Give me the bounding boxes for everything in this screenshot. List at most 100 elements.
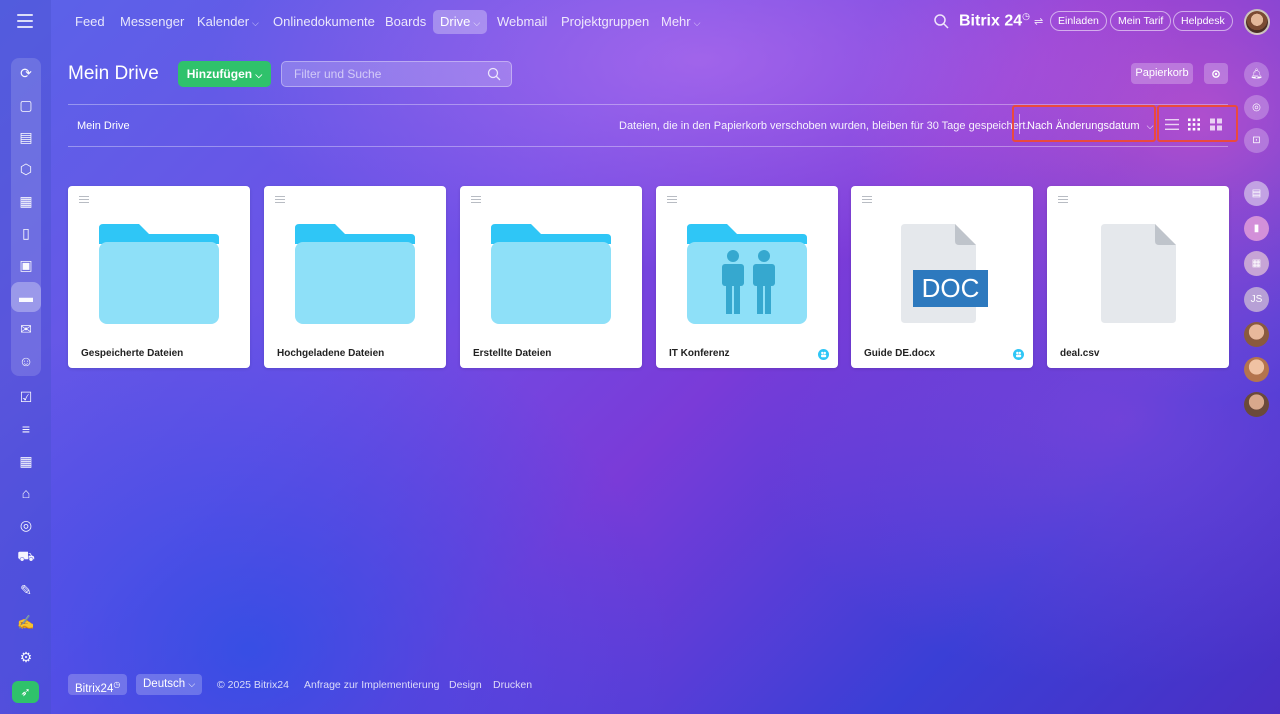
footer-brand-button[interactable]: Bitrix24◷: [68, 674, 128, 695]
sidebar-item-sign[interactable]: ✎: [11, 575, 41, 605]
shared-icon: [1013, 349, 1024, 360]
user-avatar[interactable]: [1244, 9, 1270, 35]
drag-handle-icon[interactable]: [1058, 196, 1068, 205]
contact-avatar[interactable]: [1244, 392, 1269, 417]
invite-button[interactable]: Einladen: [1050, 11, 1107, 31]
bookmarks-button[interactable]: ▮: [1244, 216, 1269, 241]
news-button[interactable]: ▦: [1244, 251, 1269, 276]
sidebar-item-signature[interactable]: ✍: [11, 607, 41, 637]
search-field[interactable]: [281, 61, 512, 87]
sidebar-item-calendar[interactable]: ▦: [11, 186, 41, 216]
drag-handle-icon[interactable]: [275, 196, 285, 205]
gear-icon: [1212, 69, 1220, 78]
file-card[interactable]: deal.csv: [1047, 186, 1229, 368]
sidebar-group-main: ⟳ ▢ ▤ ⬡ ▦ ▯ ▣ ▬ ✉ ☺: [11, 58, 41, 376]
footer-link-print[interactable]: Drucken: [493, 679, 532, 691]
mail-icon: ✉: [20, 320, 32, 337]
language-selector[interactable]: Deutsch ⌵: [136, 674, 203, 695]
menu-icon[interactable]: [17, 14, 33, 28]
sidebar-item-crm[interactable]: ≡: [11, 414, 41, 444]
file-card[interactable]: Erstellte Dateien: [460, 186, 642, 368]
document-icon: ▤: [19, 128, 33, 145]
trash-retention-note: Dateien, die in den Papierkorb verschobe…: [619, 120, 1029, 132]
search-icon[interactable]: [487, 67, 501, 81]
chat-search-icon: ⊡: [1252, 135, 1261, 146]
helpdesk-button[interactable]: Helpdesk: [1173, 11, 1233, 31]
chevron-down-icon: ⌵: [1146, 121, 1154, 131]
file-card[interactable]: Gespeicherte Dateien: [68, 186, 250, 368]
nav-item-drive[interactable]: Drive ⌵: [433, 10, 488, 34]
list-view-icon[interactable]: [1165, 118, 1179, 131]
sidebar-item-gallery[interactable]: ▣: [11, 250, 41, 280]
file-name: Guide DE.docx: [864, 348, 936, 359]
nav-item-feed[interactable]: Feed: [68, 10, 112, 34]
breadcrumb[interactable]: Mein Drive: [77, 120, 130, 132]
footer-link-design[interactable]: Design: [449, 679, 482, 691]
settings-button[interactable]: [1204, 63, 1228, 84]
search-input[interactable]: [282, 62, 477, 86]
chat-general-button[interactable]: ▤: [1244, 181, 1269, 206]
sidebar-item-groups[interactable]: ☺: [11, 346, 41, 376]
rocket-button[interactable]: ➶: [12, 681, 39, 703]
nav-item-webmail[interactable]: Webmail: [490, 10, 554, 34]
folder-icon: [491, 224, 611, 324]
nav-item-messenger[interactable]: Messenger: [113, 10, 191, 34]
sidebar-item-documents[interactable]: ▤: [11, 122, 41, 152]
funnel-icon: ≡: [21, 421, 31, 437]
add-button[interactable]: Hinzufügen ⌵: [178, 61, 271, 87]
clock-icon: ◷: [1022, 11, 1030, 21]
clock-icon: ◷: [113, 680, 121, 689]
sidebar-item-drive[interactable]: ▬: [11, 282, 41, 312]
sidebar-item-settings[interactable]: ⚙: [11, 642, 41, 672]
sidebar-item-shop[interactable]: ⛟: [11, 542, 41, 572]
nav-item-mehr[interactable]: Mehr ⌵: [654, 10, 707, 34]
notifications-button[interactable]: 🔔︎: [1244, 62, 1269, 87]
nav-item-projektgruppen[interactable]: Projektgruppen: [554, 10, 656, 34]
footer-link-implementation[interactable]: Anfrage zur Implementierung: [304, 679, 439, 691]
nav-item-kalender[interactable]: Kalender ⌵: [190, 10, 266, 34]
file-name: deal.csv: [1060, 348, 1100, 359]
contact-avatar-js[interactable]: JS: [1244, 287, 1269, 312]
warehouse-icon: ⌂: [21, 485, 31, 501]
sidebar-item-tasks[interactable]: ☑: [11, 382, 41, 412]
contact-avatar[interactable]: [1244, 357, 1269, 382]
search-icon[interactable]: [933, 13, 949, 29]
file-card[interactable]: DOC Guide DE.docx: [851, 186, 1033, 368]
trash-button[interactable]: Papierkorb: [1131, 63, 1193, 84]
drag-handle-icon[interactable]: [667, 196, 677, 205]
chevron-down-icon: ⌵: [473, 18, 481, 28]
sidebar-item-mail[interactable]: ✉: [11, 314, 41, 344]
sidebar-item-booking[interactable]: ▦: [11, 446, 41, 476]
drag-handle-icon[interactable]: [471, 196, 481, 205]
view-switcher: [1157, 105, 1238, 142]
footer-copyright: © 2025 Bitrix24: [217, 679, 289, 691]
sidebar-item-marketing[interactable]: ◎: [11, 510, 41, 540]
hexagon-icon: ⬡: [19, 160, 33, 177]
sort-dropdown[interactable]: Nach Änderungsdatum ⌵: [1012, 105, 1156, 142]
file-card[interactable]: IT Konferenz: [656, 186, 838, 368]
page-icon: ▯: [22, 224, 30, 241]
sidebar-item-boards[interactable]: ⬡: [11, 154, 41, 184]
search-chats-button[interactable]: ⊡: [1244, 128, 1269, 153]
grid-view-icon[interactable]: [1187, 118, 1201, 131]
sliders-icon[interactable]: ⇌: [1034, 16, 1043, 28]
large-tile-view-icon[interactable]: [1209, 118, 1223, 131]
drag-handle-icon[interactable]: [79, 196, 89, 205]
copilot-button[interactable]: ◎: [1244, 95, 1269, 120]
sidebar-item-inventory[interactable]: ⌂: [11, 478, 41, 508]
people-icon: ☺: [18, 353, 34, 369]
page-title: Mein Drive: [68, 63, 159, 84]
sidebar-item-messenger[interactable]: ▢: [11, 90, 41, 120]
checkbox-icon: ☑: [19, 388, 33, 405]
plan-button[interactable]: Mein Tarif: [1110, 11, 1172, 31]
nav-item-onlinedokumente[interactable]: Onlinedokumente: [266, 10, 382, 34]
chevron-down-icon: ⌵: [255, 70, 263, 80]
nav-item-boards[interactable]: Boards: [378, 10, 433, 34]
file-name: IT Konferenz: [669, 348, 730, 359]
brand-logo[interactable]: Bitrix 24◷⇌: [959, 11, 1043, 30]
drag-handle-icon[interactable]: [862, 196, 872, 205]
sidebar-item-pages[interactable]: ▯: [11, 218, 41, 248]
file-card[interactable]: Hochgeladene Dateien: [264, 186, 446, 368]
contact-avatar[interactable]: [1244, 322, 1269, 347]
sidebar-item-feed[interactable]: ⟳: [11, 58, 41, 88]
